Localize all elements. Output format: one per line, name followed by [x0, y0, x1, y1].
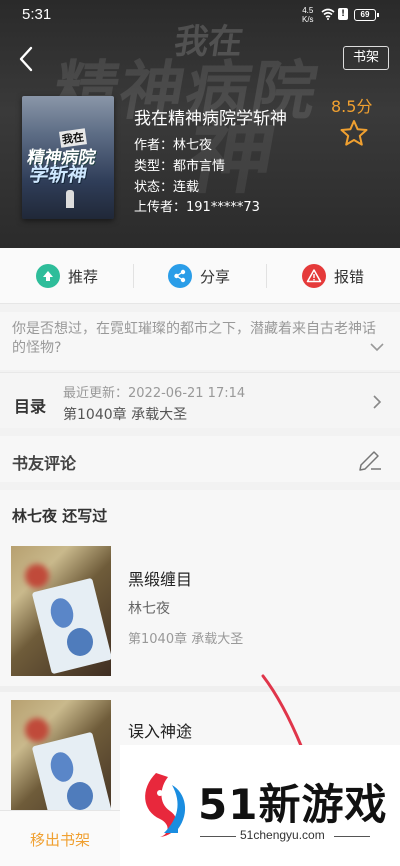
book-header: 我在 精神病院 神 5:31 4.5 K/s ! 69 书架 我在 精神病院 学… — [0, 0, 400, 248]
recommend-button[interactable]: 推荐 — [36, 248, 98, 304]
other-book-chapter: 第1040章 承载大圣 — [128, 632, 244, 647]
book-uploader: 上传者：191*****73 — [134, 200, 260, 215]
thumb-art — [31, 577, 111, 675]
status-time: 5:31 — [22, 6, 52, 23]
thumb-up-icon — [36, 264, 60, 288]
book-score: 8.5分 — [331, 97, 373, 116]
report-error-button[interactable]: 报错 — [302, 248, 364, 304]
watermark-brand: 51新游戏 — [198, 780, 388, 829]
book-genre: 类型：都市言情 — [134, 159, 226, 174]
report-error-label: 报错 — [334, 267, 365, 286]
watermark: 51新游戏 51chengyu.com — [120, 745, 400, 866]
book-status: 状态：连载 — [134, 180, 200, 195]
reviews-label: 书友评论 — [12, 454, 77, 473]
share-icon — [168, 264, 192, 288]
synopsis[interactable]: 你是否想过，在霓虹璀璨的都市之下，潜藏着来自古老神话的怪物? — [0, 312, 400, 370]
table-of-contents-row[interactable]: 目录 最近更新：2022-06-21 17:14 第1040章 承载大圣 — [0, 372, 400, 428]
wifi-icon — [321, 8, 335, 20]
divider — [266, 264, 267, 288]
other-book-title: 黑缎缠目 — [128, 570, 193, 589]
network-speed: 4.5 K/s — [302, 6, 314, 24]
network-speed-unit: K/s — [302, 15, 314, 24]
status-bar: 5:31 4.5 K/s ! 69 — [0, 0, 400, 32]
star-outline-icon[interactable] — [339, 119, 369, 147]
battery-icon: 69 — [354, 9, 379, 21]
author-other-books-heading: 林七夜 还写过 — [12, 507, 108, 525]
book-thumbnail — [11, 546, 111, 676]
watermark-url: 51chengyu.com — [240, 828, 325, 842]
warning-icon — [302, 264, 326, 288]
chevron-right-icon — [373, 395, 382, 409]
recommend-label: 推荐 — [68, 267, 99, 286]
thumb-art — [67, 782, 93, 810]
reviews-section: 书友评论 — [0, 436, 400, 482]
divider — [0, 686, 400, 692]
network-speed-value: 4.5 — [302, 6, 314, 15]
latest-chapter: 第1040章 承载大圣 — [63, 407, 188, 423]
toc-label: 目录 — [14, 397, 47, 416]
cover-figure — [66, 190, 74, 208]
bookshelf-button[interactable]: 书架 — [343, 46, 389, 70]
other-book-item[interactable]: 黑缎缠目 林七夜 第1040章 承载大圣 — [0, 546, 400, 678]
remove-from-shelf-button[interactable]: 移出书架 — [0, 811, 120, 866]
share-button[interactable]: 分享 — [168, 248, 230, 304]
chevron-down-icon — [370, 343, 384, 352]
book-title: 我在精神病院学斩神 — [134, 109, 287, 129]
watermark-line — [200, 836, 236, 837]
cover-big-text: 学斩神 — [27, 164, 89, 186]
watermark-logo-icon — [145, 773, 186, 837]
pencil-edit-icon[interactable] — [357, 447, 383, 471]
other-book-author: 林七夜 — [128, 601, 170, 617]
thumb-art — [25, 718, 49, 742]
back-chevron-left-icon[interactable] — [14, 44, 38, 74]
book-cover: 我在 精神病院 学斩神 — [22, 96, 114, 219]
share-label: 分享 — [200, 267, 231, 286]
annotation-stroke — [261, 674, 304, 750]
alert-icon: ! — [338, 8, 348, 20]
synopsis-text: 你是否想过，在霓虹璀璨的都市之下，潜藏着来自古老神话的怪物? — [12, 321, 376, 356]
thumb-art — [67, 628, 93, 656]
book-author: 作者：林七夜 — [134, 138, 213, 153]
thumb-art — [25, 564, 49, 588]
latest-update-time: 最近更新：2022-06-21 17:14 — [63, 386, 246, 401]
other-book-title: 误入神途 — [128, 722, 193, 741]
watermark-line — [334, 836, 370, 837]
action-row: 推荐 分享 报错 — [0, 248, 400, 304]
divider — [133, 264, 134, 288]
battery-level: 69 — [360, 10, 370, 19]
